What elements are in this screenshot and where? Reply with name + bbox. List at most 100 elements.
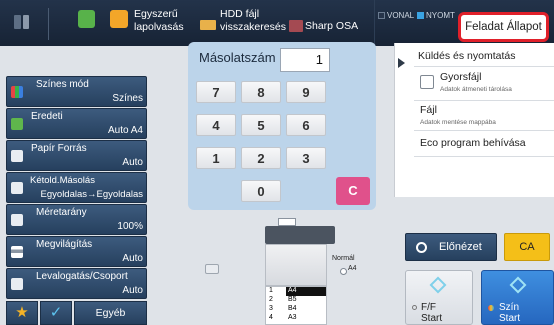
other-button[interactable]: Egyéb: [74, 301, 147, 325]
bw-label: F/F: [421, 302, 436, 313]
bw-dot-icon: [412, 305, 417, 310]
check-button[interactable]: ✓: [40, 301, 72, 325]
duplex-copy-button[interactable]: Kétold.Másolás Egyoldalas→Egyoldalas: [6, 172, 147, 203]
ratio-button[interactable]: Méretarány 100%: [6, 204, 147, 235]
duplex-icon: [11, 182, 23, 194]
quick-file-icon: [420, 75, 434, 89]
color-mode-icon: [11, 86, 23, 98]
tray-row-num: 2: [269, 296, 273, 303]
tray-row-num: 3: [269, 305, 273, 312]
exposure-title: Megvilágítás: [36, 239, 93, 250]
paper-source-icon: [11, 150, 23, 162]
sort-value: Auto: [122, 285, 143, 296]
tray-row-size: A3: [288, 314, 297, 321]
vonal-label: VONAL: [387, 11, 415, 20]
preview-button[interactable]: Előnézet: [405, 233, 497, 261]
key-4[interactable]: 4: [196, 114, 236, 136]
tray-row-size: B5: [288, 296, 297, 303]
quick-file-button[interactable]: Gyorsfájl Adatok átmeneti tárolása: [416, 68, 554, 100]
staple-icon: [205, 264, 219, 274]
exposure-button[interactable]: Megvilágítás Auto: [6, 236, 147, 267]
copy-count-label: Másolatszám: [199, 50, 276, 65]
tray-row[interactable]: 2 B5: [266, 296, 326, 305]
tray-row-size: B4: [288, 305, 297, 312]
easy-mode-button[interactable]: [52, 6, 104, 40]
normal-label: Normál: [332, 255, 355, 262]
key-6[interactable]: 6: [286, 114, 326, 136]
divider: [374, 0, 375, 46]
nyomt-label: NYOMT: [426, 11, 455, 20]
color-start-label: Start: [499, 313, 521, 324]
quick-scan-label: Egyszerű lapolvasás: [134, 8, 184, 33]
copy-count-field[interactable]: 1: [280, 48, 330, 72]
output-tray-icon: [278, 218, 296, 226]
divider: [414, 156, 554, 157]
ratio-icon: [11, 214, 23, 226]
key-7[interactable]: 7: [196, 81, 236, 103]
key-0[interactable]: 0: [241, 180, 281, 202]
key-9[interactable]: 9: [286, 81, 326, 103]
scan-icon: [110, 10, 128, 28]
tray-row[interactable]: 3 B4: [266, 305, 326, 314]
tray-table: 1 A4 2 B5 3 B4 4 A3: [265, 286, 327, 325]
quick-file-sub: Adatok átmeneti tárolása: [440, 86, 512, 93]
vonal-indicator-icon: [378, 12, 385, 19]
tray-row-num: 4: [269, 314, 273, 321]
paper-tray-status: [265, 226, 335, 244]
key-2[interactable]: 2: [241, 147, 281, 169]
sort-title: Levalogatás/Csoport: [36, 271, 128, 282]
folder-icon: [200, 20, 216, 30]
machine-body: [265, 244, 327, 286]
sort-icon: [11, 278, 23, 290]
start-diamond-icon: [509, 276, 527, 294]
paper-source-value: Auto: [122, 157, 143, 168]
tray-row[interactable]: 1 A4: [266, 287, 326, 296]
eco-program-label: Eco program behívása: [420, 137, 526, 149]
ratio-value: 100%: [117, 221, 143, 232]
exposure-value: Auto: [122, 253, 143, 264]
clear-button[interactable]: C: [336, 177, 370, 205]
check-icon: ✓: [49, 304, 63, 321]
color-mode-title: Színes mód: [36, 79, 89, 90]
key-5[interactable]: 5: [241, 114, 281, 136]
divider: [414, 66, 554, 67]
hdd-search-button[interactable]: HDD fájl visszakeresés: [196, 4, 288, 42]
star-icon: ★: [15, 304, 29, 321]
bw-start-label: Start: [421, 313, 443, 324]
quick-scan-button[interactable]: Egyszerű lapolvasás: [106, 4, 190, 42]
divider: [414, 100, 554, 101]
exposure-icon: [11, 246, 23, 258]
key-8[interactable]: 8: [241, 81, 281, 103]
ca-button[interactable]: CA: [504, 233, 550, 261]
sharp-osa-label: Sharp OSA: [305, 20, 359, 32]
send-print-label: Küldés és nyomtatás: [418, 50, 516, 62]
file-sub: Adatok mentése mappába: [420, 119, 496, 126]
file-button[interactable]: Fájl Adatok mentése mappába: [416, 102, 554, 130]
favorites-button[interactable]: ★: [6, 301, 38, 325]
original-value: Auto A4: [107, 125, 143, 136]
sharp-osa-button[interactable]: Sharp OSA: [288, 4, 374, 42]
color-mode-button[interactable]: Színes mód Színes: [6, 76, 147, 107]
bw-start-button[interactable]: F/F Start: [405, 270, 473, 325]
ratio-title: Méretarány: [36, 207, 87, 218]
bypass-tray-icon: [340, 268, 347, 275]
home-icon[interactable]: [4, 6, 44, 40]
sharp-osa-icon: [289, 20, 303, 32]
other-label: Egyéb: [95, 307, 126, 319]
original-button[interactable]: Eredeti Auto A4: [6, 108, 147, 139]
key-1[interactable]: 1: [196, 147, 236, 169]
tray-row-num: 1: [269, 287, 273, 294]
clear-label: C: [348, 183, 358, 198]
paper-source-button[interactable]: Papír Forrás Auto: [6, 140, 147, 171]
color-start-button[interactable]: Szín Start: [481, 270, 554, 325]
tray-row[interactable]: 4 A3: [266, 314, 326, 323]
key-3[interactable]: 3: [286, 147, 326, 169]
job-status-button[interactable]: Feladat Állapot: [458, 12, 549, 42]
sort-group-button[interactable]: Levalogatás/Csoport Auto: [6, 268, 147, 299]
copy-count-value: 1: [315, 52, 323, 67]
eco-program-button[interactable]: Eco program behívása: [416, 134, 554, 154]
collapse-arrow-icon[interactable]: [398, 58, 405, 68]
preview-label: Előnézet: [439, 241, 482, 253]
copy-icon: [78, 10, 95, 28]
hdd-search-label: HDD fájl visszakeresés: [220, 8, 286, 33]
